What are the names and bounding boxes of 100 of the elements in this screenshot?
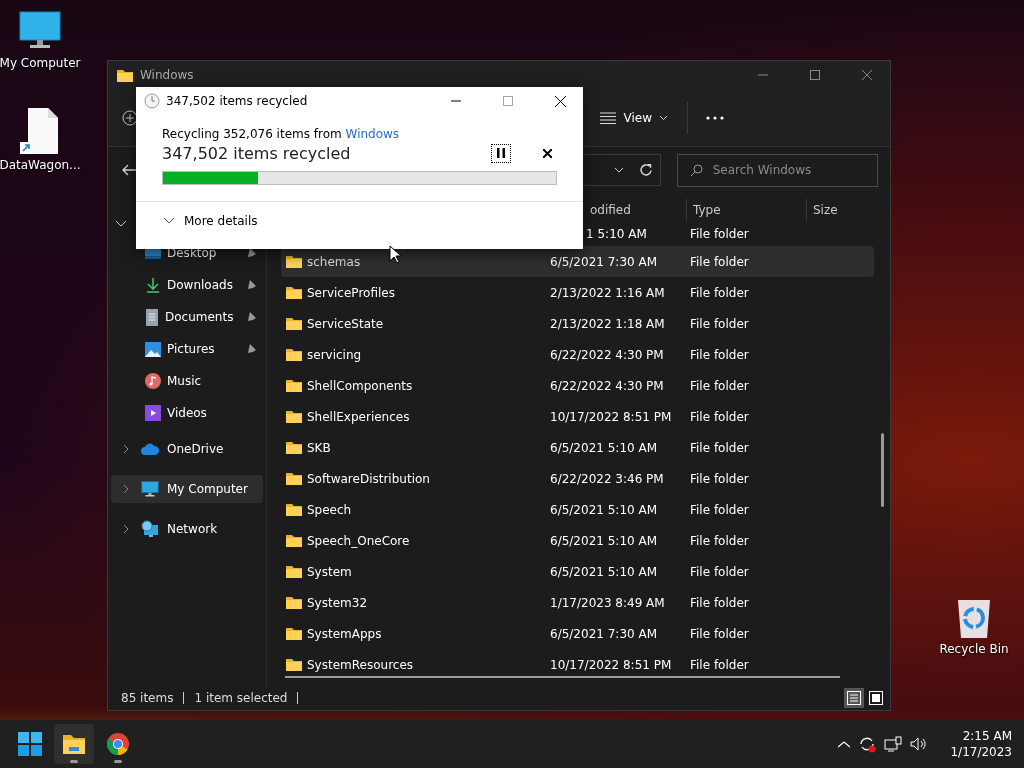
caret-icon <box>660 115 667 120</box>
clock[interactable]: 2:15 AM 1/17/2023 <box>950 728 1012 760</box>
file-row[interactable]: ShellExperiences 10/17/2022 8:51 PM File folder <box>281 401 874 432</box>
close-icon <box>554 95 566 107</box>
running-indicator <box>114 760 122 763</box>
type-cell-text: File folder <box>689 316 750 331</box>
pause-button[interactable] <box>491 143 511 163</box>
chevron-right-icon <box>123 445 129 453</box>
search-box[interactable]: Search Windows <box>676 153 878 187</box>
folder-icon <box>285 533 303 548</box>
file-name: ServiceProfiles <box>307 285 395 300</box>
type-cell-text: File folder <box>689 440 750 455</box>
file-row[interactable]: schemas 6/5/2021 7:30 AM File folder <box>281 246 874 277</box>
sidebar-item[interactable]: Downloads <box>111 269 263 301</box>
file-name: ShellExperiences <box>307 409 410 424</box>
network-status-icon <box>884 736 903 752</box>
file-row[interactable]: SoftwareDistribution 6/22/2022 3:46 PM File folder <box>281 463 874 494</box>
tiles-view-icon <box>869 691 883 705</box>
caret-icon <box>614 167 623 173</box>
close-icon <box>542 148 552 158</box>
folder-icon <box>285 657 303 672</box>
icon-label[interactable]: Recycle Bin <box>939 642 1009 656</box>
type-cell-text: File folder <box>689 626 750 641</box>
search-icon <box>689 163 703 177</box>
network-tray-button[interactable] <box>884 736 903 752</box>
file-row[interactable]: Speech_OneCore 6/5/2021 5:10 AM File folder <box>281 525 874 556</box>
file-row[interactable]: SystemResources 10/17/2022 8:51 PM File folder <box>281 649 874 674</box>
date-cell-text: 6/5/2021 5:10 AM <box>549 564 659 579</box>
column-header[interactable]: Size <box>806 199 876 221</box>
volume-tray-button[interactable] <box>910 736 929 752</box>
file-row[interactable]: ServiceState 2/13/2022 1:18 AM File folder <box>281 308 874 339</box>
source-link[interactable]: Windows <box>345 127 400 141</box>
sidebar-item[interactable]: Documents <box>111 301 263 333</box>
chevron-up-icon <box>838 740 851 748</box>
date-cell-text: 10/17/2022 8:51 PM <box>549 409 673 424</box>
view-button[interactable]: View <box>591 106 675 129</box>
date-cell-text: 1 5:10 AM <box>585 226 648 241</box>
folder-icon <box>62 733 86 755</box>
type-cell-text: File folder <box>689 347 750 362</box>
folder-icon <box>285 378 303 393</box>
sidebar-item[interactable]: Music <box>111 365 263 397</box>
file-name: ShellComponents <box>307 378 413 393</box>
sidebar-item[interactable]: Pictures <box>111 333 263 365</box>
sidebar-item[interactable]: Videos <box>111 397 263 429</box>
sidebar-item[interactable]: OneDrive <box>111 435 263 463</box>
more-details-button[interactable]: More details <box>164 214 583 228</box>
folder-icon <box>285 347 303 362</box>
window-title: Windows <box>140 68 195 82</box>
sync-tray-button[interactable] <box>858 735 877 753</box>
file-row[interactable]: System32 1/17/2023 8:49 AM File folder <box>281 587 874 618</box>
list-icon <box>599 111 616 124</box>
tray-overflow[interactable] <box>838 740 851 748</box>
date-cell-text: 6/22/2022 4:30 PM <box>549 378 665 393</box>
taskbar-app[interactable] <box>54 724 94 764</box>
pictures-icon <box>145 341 161 357</box>
file-name: SKB <box>307 440 331 455</box>
icon-label[interactable]: My Computer <box>0 56 81 70</box>
chevron-right-icon <box>123 485 129 493</box>
horizontal-scrollbar[interactable] <box>285 676 840 678</box>
file-name: Speech <box>307 502 352 517</box>
music-icon <box>145 373 161 389</box>
browser-icon <box>106 732 130 756</box>
dialog-title: 347,502 items recycled <box>166 94 309 108</box>
download-icon <box>145 277 161 293</box>
back-button[interactable] <box>120 162 138 178</box>
clock-icon <box>144 93 160 109</box>
chevron-down-icon <box>164 218 174 224</box>
file-name: servicing <box>307 347 362 362</box>
details-view-icon <box>847 691 861 705</box>
file-row[interactable]: System 6/5/2021 5:10 AM File folder <box>281 556 874 587</box>
date-cell-text: 6/5/2021 5:10 AM <box>549 502 659 517</box>
windows-logo-icon <box>18 732 42 756</box>
sidebar-item[interactable]: My Computer <box>111 475 263 503</box>
progress-status: 347,502 items recycled <box>162 143 352 163</box>
type-cell-text: File folder <box>689 471 750 486</box>
file-row[interactable]: servicing 6/22/2022 4:30 PM File folder <box>281 339 874 370</box>
new-button[interactable] <box>122 109 138 126</box>
column-header[interactable]: Type <box>686 199 806 221</box>
sidebar-item[interactable]: Network <box>111 515 263 543</box>
view-toggle[interactable] <box>844 688 864 708</box>
pause-icon <box>497 148 505 158</box>
chevron-down-icon <box>116 221 126 227</box>
folder-icon <box>285 502 303 517</box>
view-toggle[interactable] <box>866 688 886 708</box>
file-row[interactable]: ShellComponents 6/22/2022 4:30 PM File folder <box>281 370 874 401</box>
volume-icon <box>910 736 929 752</box>
vertical-scrollbar[interactable] <box>881 433 884 507</box>
date-cell-text: 6/5/2021 5:10 AM <box>549 533 659 548</box>
folder-icon <box>285 316 303 331</box>
progress-description: Recycling 352,076 items from Windows <box>162 127 401 141</box>
file-row[interactable]: ServiceProfiles 2/13/2022 1:16 AM File folder <box>281 277 874 308</box>
file-row[interactable]: SystemApps 6/5/2021 7:30 AM File folder <box>281 618 874 649</box>
sync-icon <box>858 735 877 753</box>
file-row[interactable]: Speech 6/5/2021 5:10 AM File folder <box>281 494 874 525</box>
folder-icon <box>285 564 303 579</box>
date-cell-text: 1/17/2023 8:49 AM <box>549 595 666 610</box>
file-name: SystemApps <box>307 626 382 641</box>
search-input[interactable]: Search Windows <box>710 162 865 178</box>
icon-label[interactable]: DataWagon... <box>0 158 81 172</box>
file-row[interactable]: SKB 6/5/2021 5:10 AM File folder <box>281 432 874 463</box>
